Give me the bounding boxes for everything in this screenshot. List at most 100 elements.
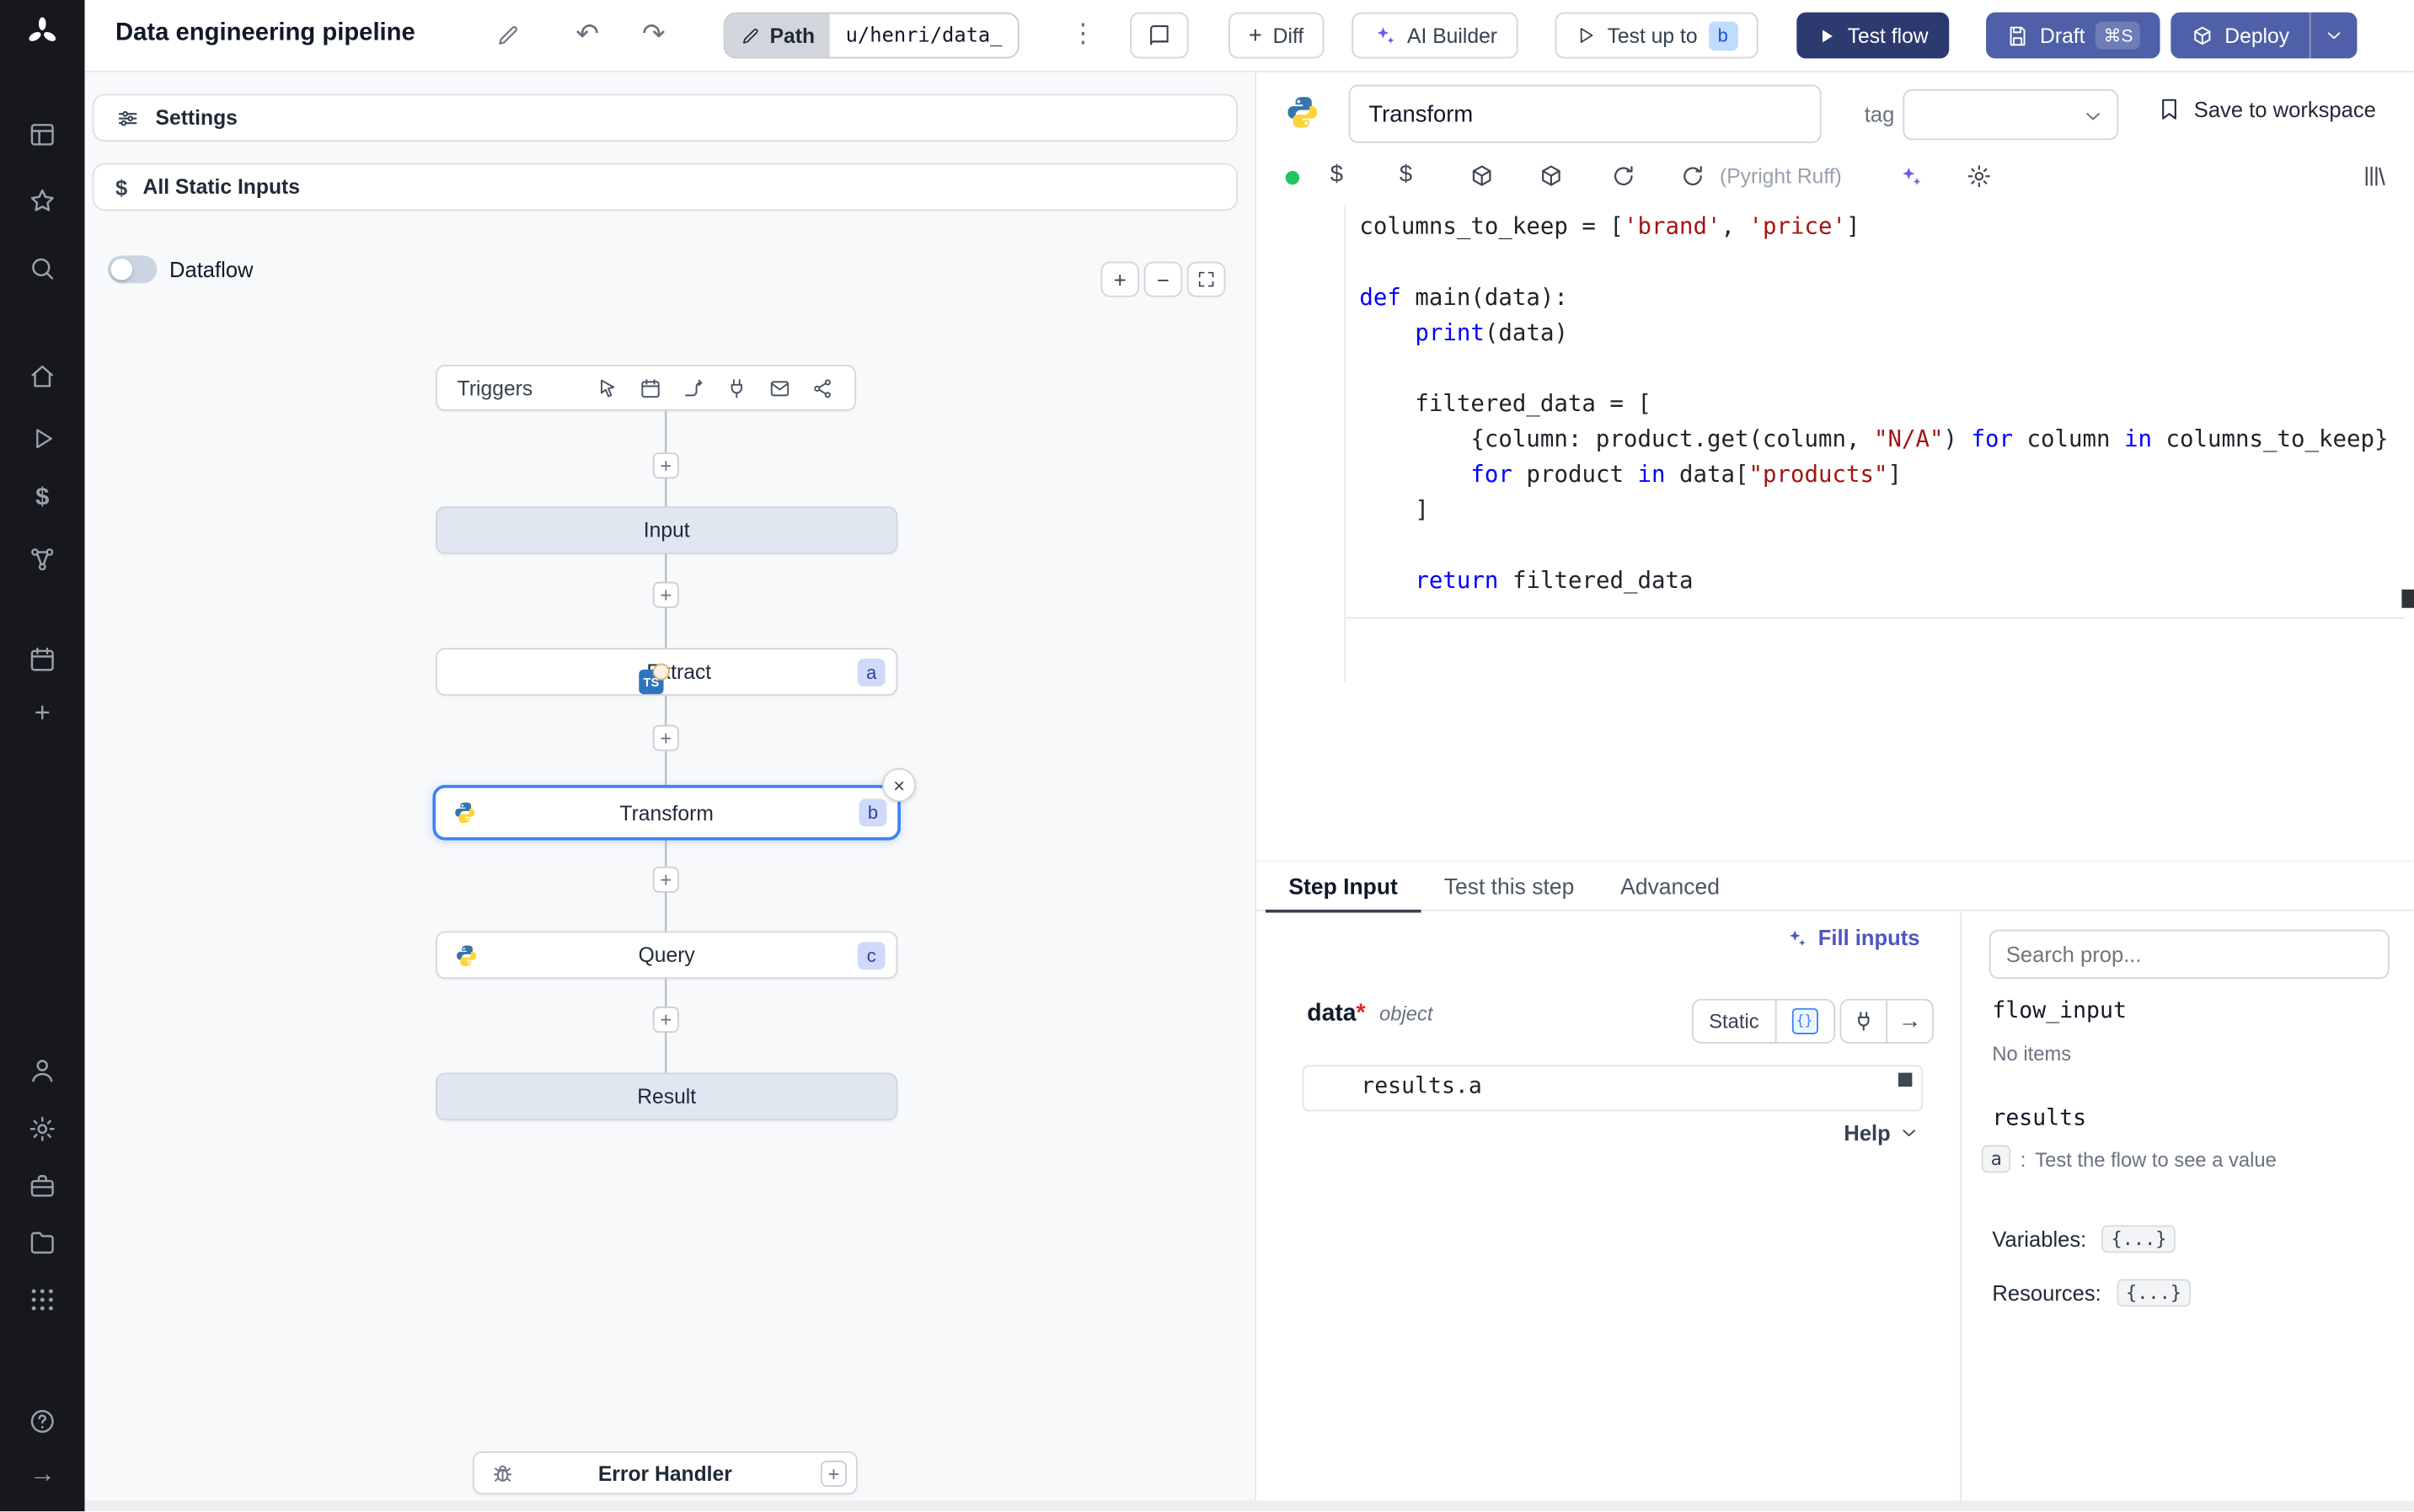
reload-icon[interactable] — [1679, 163, 1705, 190]
kafka-icon[interactable] — [811, 377, 834, 399]
dollar-icon[interactable]: $ — [1400, 162, 1412, 188]
apps-window-icon[interactable] — [24, 117, 60, 152]
settings-bar[interactable]: Settings — [92, 93, 1239, 142]
search-prop-input[interactable] — [1988, 929, 2390, 980]
tab-test-this-step[interactable]: Test this step — [1421, 862, 1597, 912]
add-step-connector[interactable]: + — [652, 1006, 679, 1034]
tag-select[interactable] — [1903, 88, 2119, 141]
remove-step-close-icon[interactable]: × — [881, 767, 917, 802]
bottom-scrollbar-track[interactable] — [84, 1500, 2414, 1512]
diff-button[interactable]: + Diff — [1228, 12, 1324, 59]
editor-settings-gear-icon[interactable] — [1966, 163, 1992, 190]
folders-icon[interactable] — [24, 1225, 60, 1260]
triggers-node[interactable]: Triggers — [436, 365, 856, 411]
add-error-handler-connector[interactable]: + — [820, 1461, 847, 1488]
windmill-logo[interactable] — [24, 13, 60, 49]
expr-input-field[interactable]: results.a — [1302, 1065, 1924, 1112]
arg-row: data * object — [1307, 1001, 1432, 1028]
path-control[interactable]: Path u/henri/data_ — [723, 12, 1020, 59]
deploy-button[interactable]: Deploy — [2170, 12, 2358, 59]
flow-input-section[interactable]: flow_input — [1992, 999, 2127, 1023]
dataflow-toggle[interactable] — [107, 255, 158, 284]
zoom-in-button[interactable]: + — [1100, 261, 1140, 297]
workers-toolbox-icon[interactable] — [24, 1168, 60, 1204]
editor-mode-button[interactable]: {} — [1774, 1000, 1833, 1043]
package-icon[interactable] — [1538, 163, 1564, 190]
connect-group: → — [1839, 998, 1934, 1044]
expand-sidebar-icon[interactable]: → — [24, 1456, 60, 1492]
user-icon[interactable] — [24, 1053, 60, 1088]
path-segment[interactable]: Path — [725, 13, 831, 57]
test-flow-button[interactable]: Test flow — [1796, 12, 1949, 59]
query-node[interactable]: Query c — [436, 931, 898, 980]
favorites-star-icon[interactable] — [24, 183, 60, 218]
variables-value-badge[interactable]: {...} — [2101, 1225, 2176, 1253]
help-icon[interactable] — [24, 1403, 60, 1439]
input-node[interactable]: Input — [436, 506, 898, 554]
zoom-out-button[interactable]: − — [1143, 261, 1183, 297]
diagnostics-toggle[interactable]: (Pyright Ruff) — [1720, 165, 1842, 188]
apps-grid-icon[interactable] — [24, 1282, 60, 1317]
step-name-input[interactable] — [1348, 84, 1822, 143]
route-icon[interactable] — [682, 377, 704, 399]
test-up-to-button[interactable]: Test up to b — [1555, 12, 1758, 59]
undo-icon[interactable]: ↶ — [575, 19, 599, 51]
websocket-icon[interactable] — [725, 377, 748, 399]
schedules-calendar-icon[interactable] — [24, 642, 60, 677]
settings-gear-icon[interactable] — [24, 1111, 60, 1146]
draft-button[interactable]: Draft ⌘S — [1986, 12, 2161, 59]
package-icon[interactable] — [1469, 163, 1495, 190]
add-step-connector[interactable]: + — [652, 452, 679, 479]
transform-node-selected[interactable]: Transform b — [432, 784, 901, 841]
help-button[interactable]: Help — [1844, 1120, 1919, 1145]
colon: : — [2020, 1147, 2026, 1171]
edit-title-pencil-icon[interactable] — [495, 23, 520, 47]
results-section[interactable]: results — [1992, 1107, 2086, 1131]
extract-node[interactable]: TS Extract a — [436, 648, 898, 696]
ai-builder-button[interactable]: AI Builder — [1352, 12, 1517, 59]
search-icon[interactable] — [24, 251, 60, 286]
plug-icon-button[interactable] — [1841, 1001, 1886, 1042]
resources-row: Resources: {...} — [1992, 1279, 2191, 1307]
resources-hub-icon[interactable] — [24, 542, 60, 577]
chevron-down-icon — [1898, 1122, 1920, 1144]
save-to-workspace-button[interactable]: Save to workspace — [2157, 97, 2376, 121]
editor-scroll-indicator[interactable] — [2401, 589, 2414, 608]
add-step-connector[interactable]: + — [652, 866, 679, 893]
ai-sparkles-icon[interactable] — [1897, 163, 1923, 190]
add-step-connector[interactable]: + — [652, 581, 679, 608]
dollar-icon[interactable]: $ — [1330, 162, 1343, 188]
redo-icon[interactable]: ↷ — [642, 19, 666, 51]
code-editor[interactable]: columns_to_keep = ['brand', 'price'] def… — [1255, 205, 2414, 856]
fill-inputs-button[interactable]: Fill inputs — [1785, 925, 1920, 949]
typescript-icon: TS — [639, 663, 670, 695]
add-plus-icon[interactable]: + — [24, 696, 60, 731]
path-value[interactable]: u/henri/data_ — [830, 13, 1018, 57]
test-up-to-label: Test up to — [1607, 24, 1698, 47]
bug-icon — [491, 1461, 514, 1484]
static-mode-button[interactable]: Static — [1694, 1001, 1774, 1042]
runs-play-icon[interactable] — [24, 420, 60, 456]
webhook-icon[interactable] — [596, 377, 618, 399]
fit-view-button[interactable] — [1186, 261, 1226, 297]
tab-step-input[interactable]: Step Input — [1266, 862, 1421, 912]
email-icon[interactable] — [768, 377, 791, 399]
result-node[interactable]: Result — [436, 1072, 898, 1121]
resources-value-badge[interactable]: {...} — [2117, 1279, 2191, 1307]
schedule-icon[interactable] — [639, 377, 661, 399]
home-icon[interactable] — [24, 359, 60, 394]
play-filled-icon — [1817, 25, 1837, 45]
static-inputs-bar[interactable]: $ All Static Inputs — [92, 163, 1239, 211]
arrow-right-button[interactable]: → — [1886, 1000, 1932, 1043]
docs-book-button[interactable] — [1130, 12, 1189, 59]
deploy-chevron-icon[interactable] — [2309, 12, 2356, 59]
library-icon[interactable] — [2362, 163, 2388, 190]
result-row[interactable]: a : Test the flow to see a value — [1981, 1145, 2277, 1173]
reload-icon[interactable] — [1610, 163, 1636, 190]
variables-dollar-icon[interactable]: $ — [24, 480, 60, 516]
more-kebab-icon[interactable]: ⋮ — [1070, 19, 1096, 50]
error-handler-node[interactable]: Error Handler + — [472, 1451, 858, 1495]
tab-advanced[interactable]: Advanced — [1598, 862, 1743, 912]
add-step-connector[interactable]: + — [652, 724, 679, 751]
